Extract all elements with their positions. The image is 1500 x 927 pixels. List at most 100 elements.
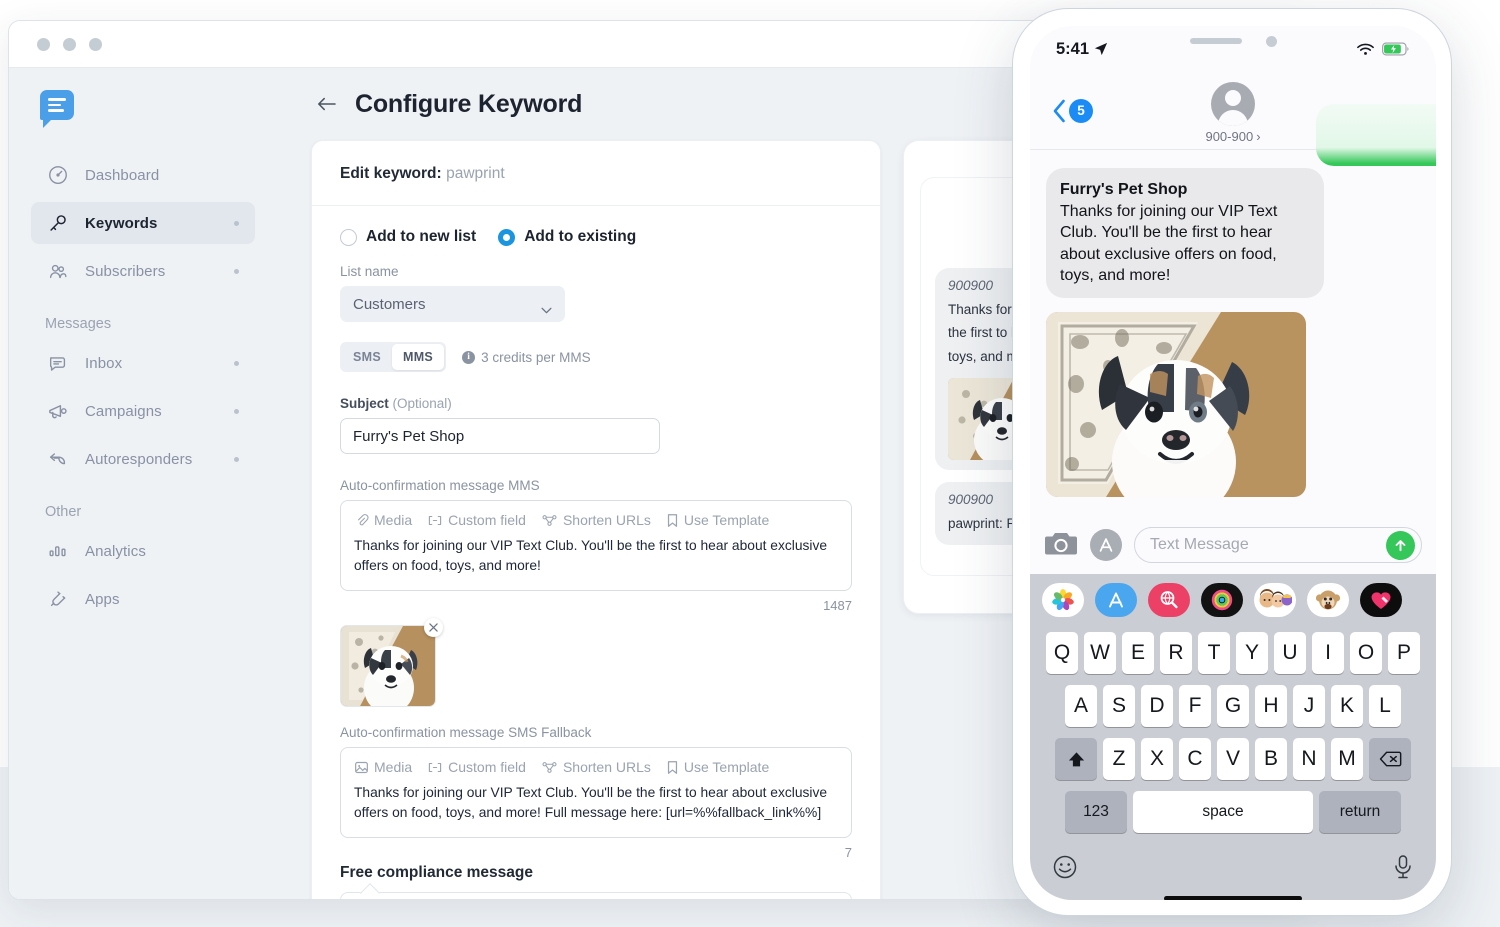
app-store-icon[interactable] — [1090, 529, 1122, 561]
send-arrow-up-icon[interactable] — [1386, 530, 1415, 560]
media-tool-button[interactable]: Media — [354, 512, 412, 528]
subject-input[interactable] — [340, 418, 660, 454]
key-n[interactable]: N — [1293, 738, 1325, 780]
mms-message-text: Thanks for joining our VIP Text Club. Yo… — [354, 538, 828, 573]
sidebar-item-keywords[interactable]: Keywords — [31, 202, 255, 244]
segment-sms[interactable]: SMS — [342, 344, 392, 370]
music-app-icon[interactable] — [1201, 583, 1243, 617]
numbers-key[interactable]: 123 — [1065, 791, 1127, 833]
sidebar-item-subscribers[interactable]: Subscribers — [31, 250, 255, 292]
status-right — [1356, 42, 1410, 56]
space-key[interactable]: space — [1133, 791, 1313, 833]
shorten-urls-tool-button-sms[interactable]: Shorten URLs — [541, 759, 651, 775]
sms-composer[interactable]: Media Custom field Shorten URLs Use Temp… — [340, 747, 852, 838]
shift-up-arrow-icon[interactable] — [1055, 738, 1097, 780]
key-d[interactable]: D — [1141, 685, 1173, 727]
key-i[interactable]: I — [1312, 632, 1344, 674]
app-store-app-icon[interactable] — [1095, 583, 1137, 617]
key-f[interactable]: F — [1179, 685, 1211, 727]
incoming-message-bubble: Furry's Pet Shop Thanks for joining our … — [1046, 168, 1324, 298]
sidebar-item-autoresponders[interactable]: Autoresponders — [31, 438, 255, 480]
backspace-icon[interactable] — [1369, 738, 1411, 780]
mms-composer-toolbar: Media Custom field Shorten URLs Use Temp… — [354, 512, 838, 528]
sms-composer-toolbar: Media Custom field Shorten URLs Use Temp… — [354, 759, 838, 775]
key-g[interactable]: G — [1217, 685, 1249, 727]
segment-mms[interactable]: MMS — [392, 344, 445, 370]
key-w[interactable]: W — [1084, 632, 1116, 674]
window-close-button[interactable] — [37, 37, 50, 51]
key-h[interactable]: H — [1255, 685, 1287, 727]
mms-composer[interactable]: Media Custom field Shorten URLs Use Temp… — [340, 500, 852, 591]
sidebar-item-apps[interactable]: Apps — [31, 578, 255, 620]
radio-add-to-new-list[interactable]: Add to new list — [340, 228, 476, 246]
key-y[interactable]: Y — [1236, 632, 1268, 674]
arrow-left-icon[interactable] — [313, 91, 339, 117]
shorten-urls-tool-button[interactable]: Shorten URLs — [541, 512, 651, 528]
key-j[interactable]: J — [1293, 685, 1325, 727]
key-q[interactable]: Q — [1046, 632, 1078, 674]
key-a[interactable]: A — [1065, 685, 1097, 727]
key-v[interactable]: V — [1217, 738, 1249, 780]
digital-touch-app-icon[interactable] — [1360, 583, 1402, 617]
megaphone-icon — [45, 398, 71, 424]
key-b[interactable]: B — [1255, 738, 1287, 780]
list-name-select[interactable]: Customers — [340, 286, 565, 322]
key-z[interactable]: Z — [1103, 738, 1135, 780]
microphone-icon[interactable] — [1392, 854, 1414, 885]
app-logo[interactable] — [40, 90, 74, 124]
camera-icon[interactable] — [1044, 530, 1078, 560]
key-m[interactable]: M — [1331, 738, 1363, 780]
conversation-contact[interactable]: 900-900 › — [1205, 81, 1261, 144]
iphone-screen: 5:41 5 900-900 › Furry's Pet Shop Thanks… — [1030, 26, 1436, 900]
radio-circle-icon — [340, 228, 357, 246]
radio-label: Add to existing — [524, 228, 637, 245]
use-template-tool-button[interactable]: Use Template — [666, 512, 769, 528]
tool-label: Custom field — [448, 759, 526, 775]
sidebar-item-campaigns[interactable]: Campaigns — [31, 390, 255, 432]
key-c[interactable]: C — [1179, 738, 1211, 780]
wifi-icon — [1357, 43, 1374, 55]
sidebar-item-inbox[interactable]: Inbox — [31, 342, 255, 384]
window-maximize-button[interactable] — [89, 37, 102, 51]
back-to-messages-button[interactable]: 5 — [1052, 98, 1093, 123]
unread-badge: 5 — [1069, 98, 1093, 123]
key-s[interactable]: S — [1103, 685, 1135, 727]
text-message-input[interactable]: Text Message — [1134, 527, 1422, 563]
use-template-tool-button-sms[interactable]: Use Template — [666, 759, 769, 775]
media-tool-button-sms[interactable]: Media — [354, 759, 412, 775]
key-p[interactable]: P — [1388, 632, 1420, 674]
custom-field-icon — [428, 515, 442, 525]
custom-field-tool-button[interactable]: Custom field — [427, 512, 526, 528]
sidebar-item-dot — [234, 360, 239, 366]
animoji-monkey-app-icon[interactable] — [1307, 583, 1349, 617]
key-o[interactable]: O — [1350, 632, 1382, 674]
key-e[interactable]: E — [1122, 632, 1154, 674]
key-l[interactable]: L — [1369, 685, 1401, 727]
sidebar-item-dashboard[interactable]: Dashboard — [31, 154, 255, 196]
sidebar-section-messages: Messages — [45, 316, 112, 332]
sidebar-section-other: Other — [45, 504, 82, 520]
photos-app-icon[interactable] — [1042, 583, 1084, 617]
emoji-smiley-icon[interactable] — [1052, 854, 1078, 885]
key-x[interactable]: X — [1141, 738, 1173, 780]
message-photo-attachment[interactable] — [1046, 311, 1306, 497]
remove-media-button[interactable] — [424, 618, 443, 637]
heart-beat-glyph — [1371, 592, 1391, 609]
compliance-message-box: pawprint: Reply STOP to unsubscribe or H… — [340, 892, 852, 899]
media-thumbnail[interactable] — [340, 625, 436, 707]
key-t[interactable]: T — [1198, 632, 1230, 674]
return-key[interactable]: return — [1319, 791, 1401, 833]
custom-field-tool-button-sms[interactable]: Custom field — [427, 759, 526, 775]
tool-label: Use Template — [683, 512, 770, 528]
memoji-group-app-icon[interactable] — [1254, 583, 1296, 617]
app-store-a-glyph — [1109, 592, 1123, 608]
sidebar-item-analytics[interactable]: Analytics — [31, 530, 255, 572]
window-minimize-button[interactable] — [63, 37, 76, 51]
key-r[interactable]: R — [1160, 632, 1192, 674]
images-search-app-icon[interactable] — [1148, 583, 1190, 617]
sidebar-item-label: Dashboard — [85, 166, 160, 184]
chat-icon — [45, 350, 71, 376]
key-u[interactable]: U — [1274, 632, 1306, 674]
radio-add-to-existing[interactable]: Add to existing — [498, 228, 636, 246]
key-k[interactable]: K — [1331, 685, 1363, 727]
